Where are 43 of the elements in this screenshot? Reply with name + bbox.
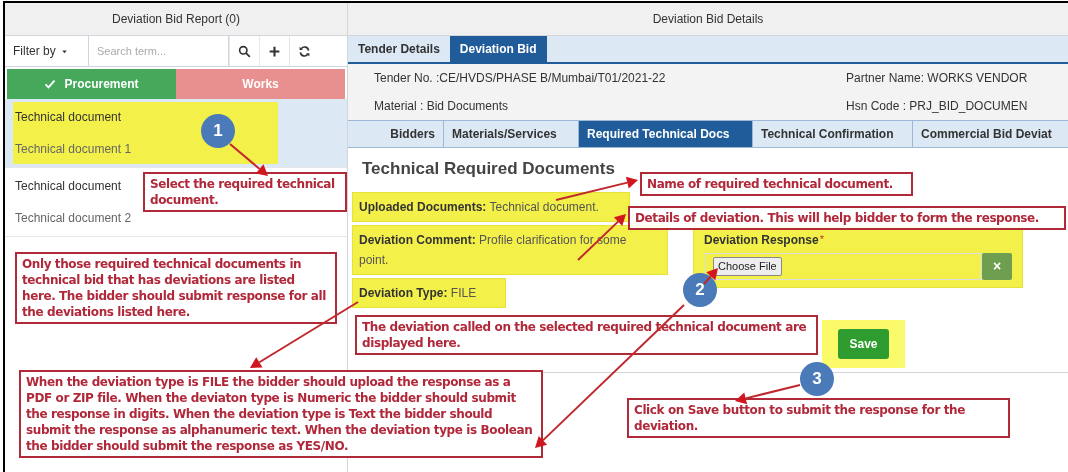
search-field[interactable]: Search term... (89, 36, 229, 66)
panel-title: Deviation Bid Report (0) (5, 3, 347, 36)
tab[interactable]: Technical Confirmation (753, 121, 913, 147)
tab[interactable]: Required Technical Docs (579, 121, 753, 147)
panel-title: Deviation Bid Details (348, 3, 1068, 36)
item-subtitle: Technical document 2 (15, 210, 132, 227)
tab[interactable]: Bidders (348, 121, 444, 147)
choose-file-button[interactable]: Choose File (713, 257, 782, 276)
info-text: Partner Name: WORKS VENDOR (846, 70, 1029, 87)
info-field: Deviation Type: FILE (352, 278, 506, 308)
annotation-note: When the deviation type is FILE the bidder should upload the response as a PDF or ZIP file. When the deviaton type is Numeric the bidder should submit the response in digits. When the deviation type is Text the bidder should submit the response as alphanumeric text. When the deviation type is Boolean the bidder should submit the response as YES/NO. (19, 370, 543, 458)
section-heading: Technical Required Documents (362, 158, 615, 180)
check-icon (44, 78, 57, 90)
item-subtitle: Technical document 1 (15, 141, 132, 158)
tab[interactable]: Deviation Bid (449, 36, 547, 62)
info-field: Deviation Comment: Profile clarification for some point. (352, 225, 668, 275)
annotation-arrow (735, 384, 801, 405)
save-button[interactable]: Save (838, 329, 889, 359)
search-icon (238, 44, 251, 58)
annotation-note: Click on Save button to submit the response for the deviation. (627, 398, 1010, 438)
item-title: Technical document (15, 109, 122, 126)
info-text: Material : Bid Documents (374, 98, 509, 115)
info-text: Hsn Code : PRJ_BID_DOCUMEN (846, 98, 1029, 115)
annotation-note: Select the required technical document. (143, 172, 347, 212)
annotation-note: Name of required technical document. (640, 172, 913, 196)
field-label: Deviation Response (704, 232, 819, 249)
annotation-arrow (703, 268, 718, 285)
annotation-note: Only those required technical documents in technical bid that has deviations are listed here. The bidder should submit response for all the deviations listed here. (15, 252, 337, 324)
step-badge: 3 (800, 362, 834, 396)
annotation-arrow (577, 214, 626, 261)
plus-icon (268, 44, 281, 58)
refresh-icon (298, 44, 311, 58)
info-field: Uploaded Documents: Technical document. (352, 192, 630, 222)
info-text: Tender No. :CE/HVDS/PHASE B/Mumbai/T01/2021-22 (374, 70, 666, 87)
filter-dropdown[interactable]: Filter by (5, 36, 89, 66)
annotation-note: Details of deviation. This will help bidder to form the response. (628, 206, 1066, 230)
file-field[interactable]: Choose File (704, 253, 982, 280)
tab[interactable]: Commercial Bid Deviat (913, 121, 1068, 147)
annotation-arrow (229, 143, 268, 176)
item-title: Technical document (15, 178, 122, 195)
step-badge: 2 (683, 273, 717, 307)
required-mark: * (819, 232, 824, 247)
tab[interactable]: Tender Details (348, 36, 450, 62)
